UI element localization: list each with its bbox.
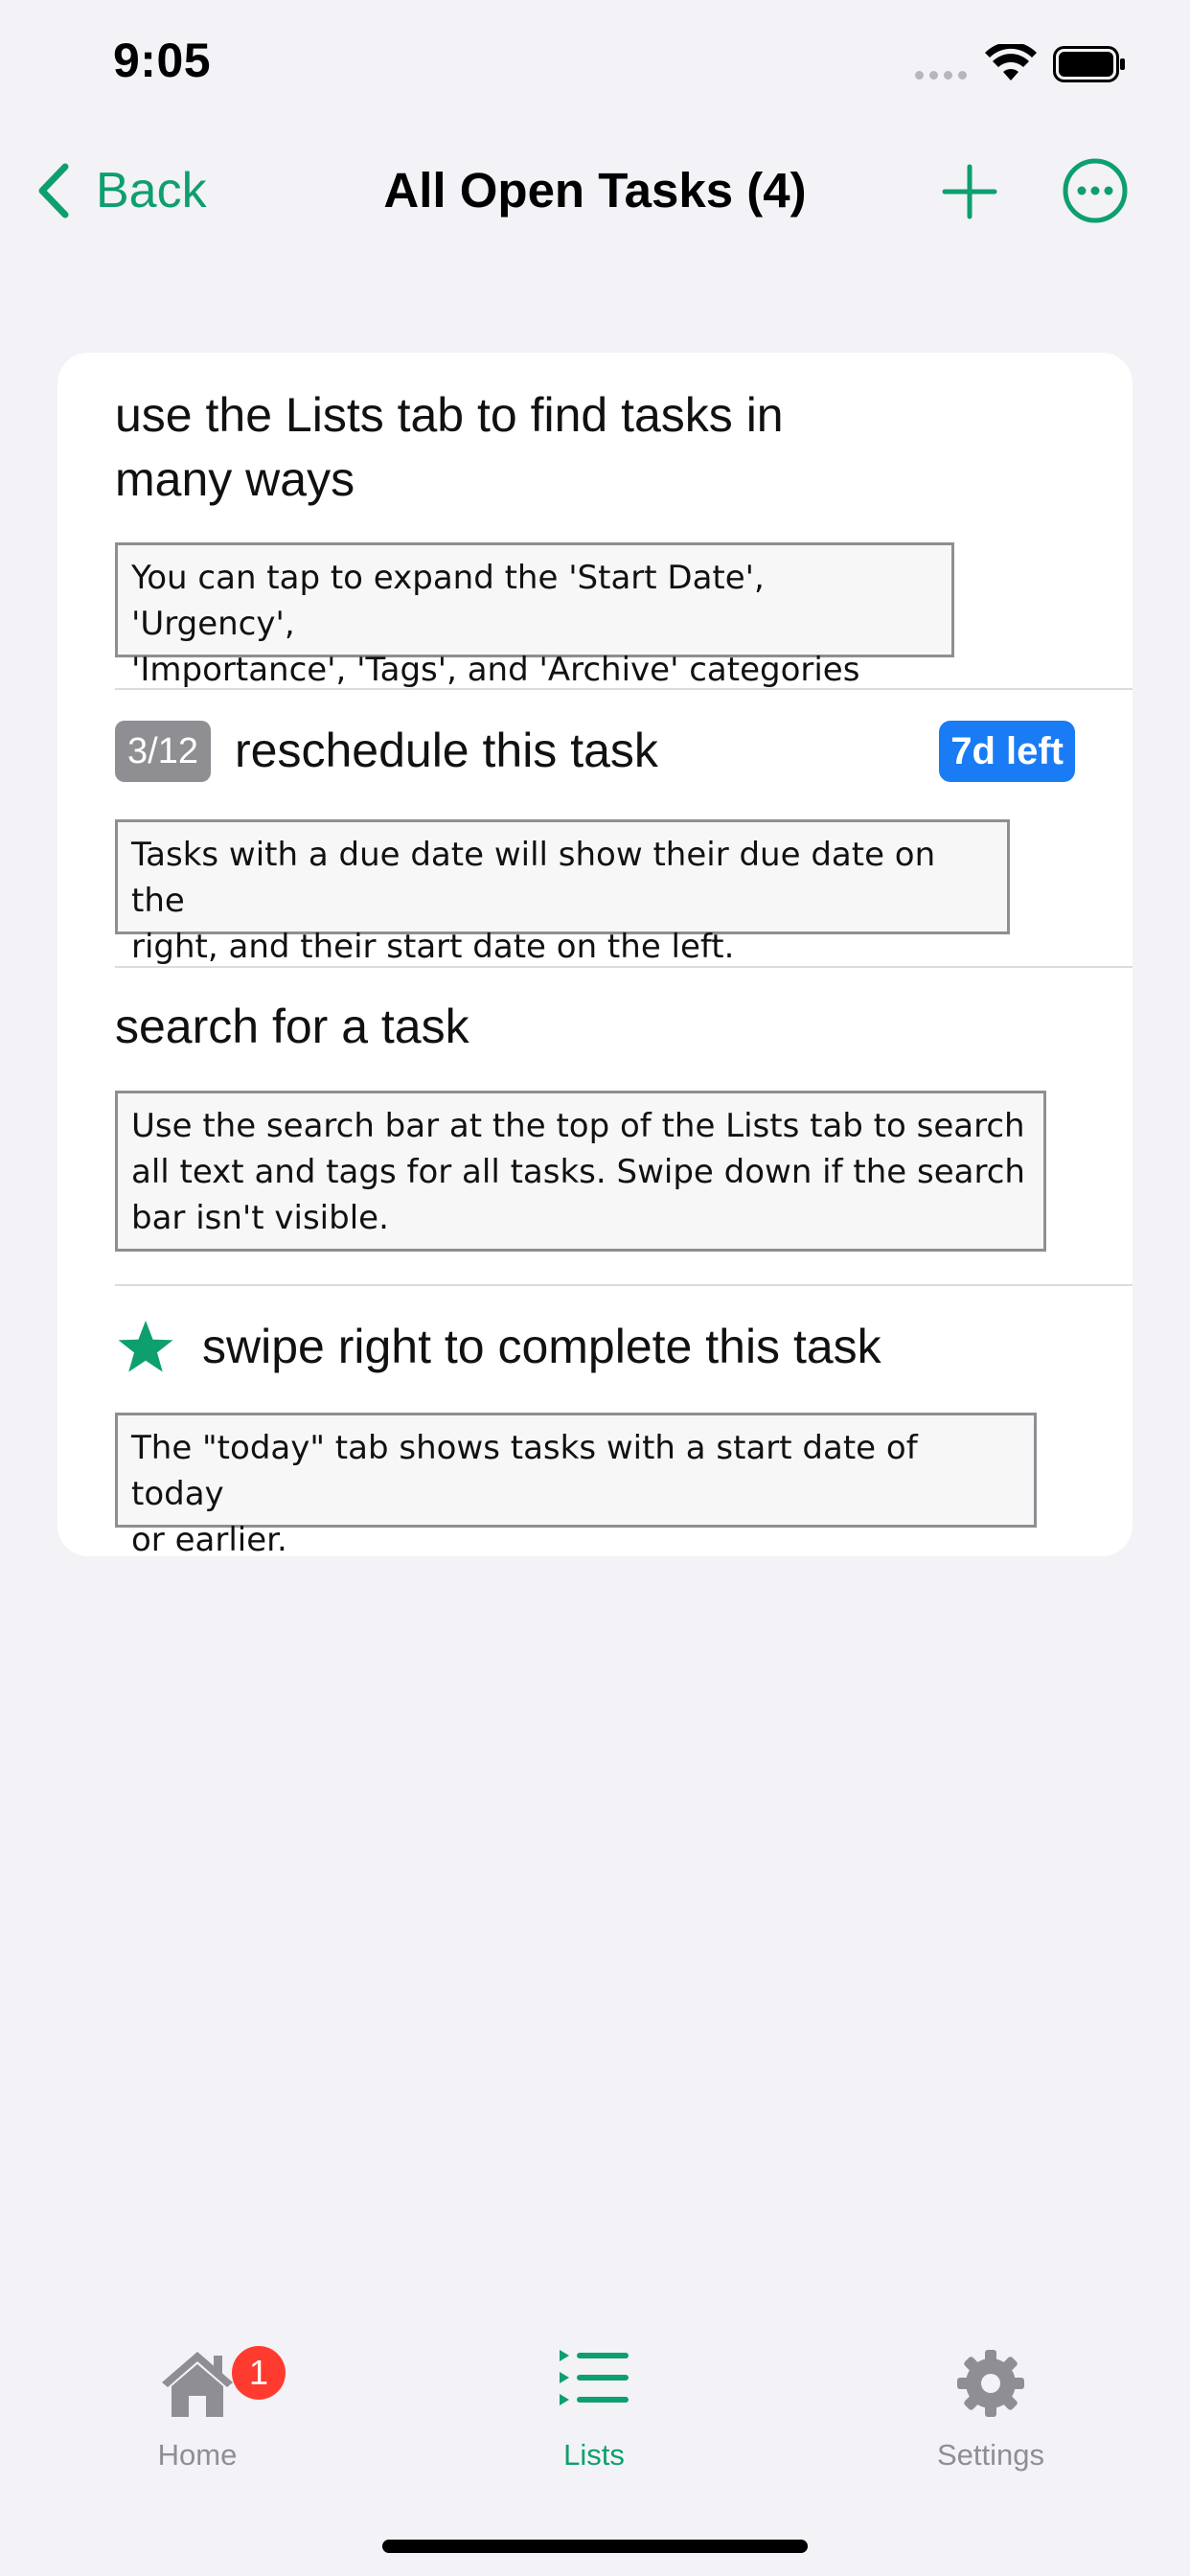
gear-icon — [957, 2350, 1024, 2417]
task-title: swipe right to complete this task — [202, 1320, 881, 1373]
tab-settings-label: Settings — [936, 2438, 1044, 2472]
task-note-line: 'Importance', 'Tags', and 'Archive' cate… — [131, 651, 860, 689]
task-row[interactable]: swipe right to complete this task The "t… — [57, 1286, 1133, 1556]
task-title: search for a task — [115, 1000, 469, 1053]
notification-badge: 1 — [232, 2346, 286, 2400]
task-title-line: many ways — [115, 452, 355, 506]
tab-settings[interactable]: Settings — [866, 2319, 1115, 2482]
task-note: Use the search bar at the top of the Lis… — [115, 1091, 1046, 1252]
ellipsis-circle-icon[interactable] — [1062, 157, 1129, 224]
start-date-badge: 3/12 — [115, 721, 211, 782]
task-title: reschedule this task — [235, 724, 658, 777]
tab-home[interactable]: 1 Home — [73, 2319, 322, 2482]
tab-home-label: Home — [157, 2438, 238, 2472]
chevron-left-icon — [38, 163, 69, 218]
wifi-icon — [985, 44, 1037, 80]
task-note-line: or earlier. — [131, 1521, 287, 1556]
list-icon — [560, 2350, 629, 2405]
task-note-line: bar isn't visible. — [131, 1199, 389, 1237]
task-row[interactable]: 3/12 reschedule this task 7d left Tasks … — [57, 690, 1133, 966]
cellular-signal-icon — [915, 71, 967, 80]
plus-icon[interactable] — [939, 161, 1000, 222]
house-icon — [162, 2352, 233, 2417]
tab-lists-label: Lists — [563, 2438, 625, 2472]
back-button[interactable]: Back — [33, 134, 207, 247]
task-note: The "today" tab shows tasks with a start… — [115, 1413, 1037, 1556]
battery-icon — [1053, 46, 1125, 82]
home-indicator[interactable] — [382, 2540, 808, 2553]
task-note-line: You can tap to expand the 'Start Date', … — [131, 559, 765, 643]
task-note-line: Use the search bar at the top of the Lis… — [131, 1107, 1025, 1145]
task-note: You can tap to expand the 'Start Date', … — [115, 542, 954, 689]
task-title: use the Lists tab to find tasks in many … — [115, 383, 784, 512]
tab-bar: 1 Home Lists Settings — [0, 2319, 1190, 2492]
due-date-badge: 7d left — [939, 721, 1075, 782]
task-note-line: The "today" tab shows tasks with a start… — [131, 1429, 918, 1513]
status-time: 9:05 — [113, 34, 212, 87]
star-icon — [118, 1321, 173, 1372]
navigation-bar: Back All Open Tasks (4) — [0, 134, 1190, 247]
task-note-line: all text and tags for all tasks. Swipe d… — [131, 1153, 1025, 1191]
tab-lists[interactable]: Lists — [469, 2319, 719, 2482]
task-row[interactable]: search for a task Use the search bar at … — [57, 968, 1133, 1284]
back-label: Back — [96, 163, 207, 218]
task-note: Tasks with a due date will show their du… — [115, 819, 1010, 966]
task-note-line: right, and their start date on the left. — [131, 928, 735, 966]
task-note-line: Tasks with a due date will show their du… — [131, 836, 936, 920]
task-list: use the Lists tab to find tasks in many … — [57, 353, 1133, 1556]
task-row[interactable]: use the Lists tab to find tasks in many … — [57, 353, 1133, 689]
task-title-line: use the Lists tab to find tasks in — [115, 388, 784, 442]
status-bar: 9:05 — [0, 0, 1190, 125]
